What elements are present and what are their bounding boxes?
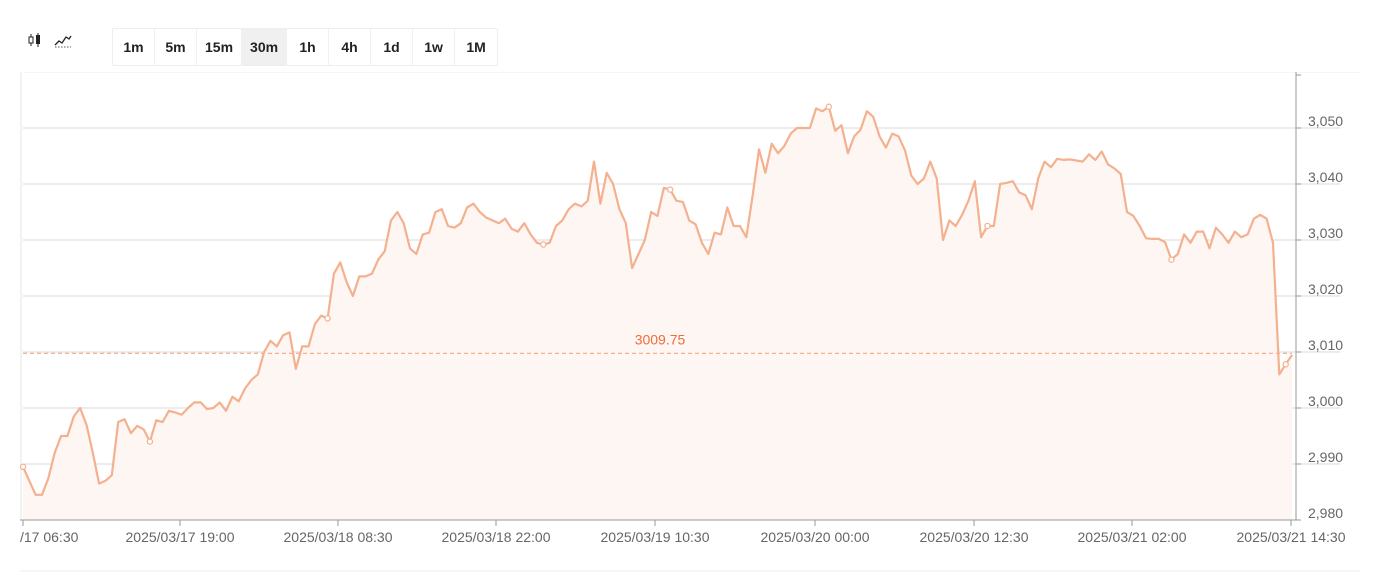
x-tick-label: 2025/03/18 08:30	[284, 529, 393, 545]
y-tick-label: 2,980	[1308, 505, 1343, 521]
data-marker	[1168, 256, 1175, 263]
x-tick-label: 2025/03/21 14:30	[1237, 529, 1346, 545]
y-tick-label: 3,010	[1308, 337, 1343, 353]
x-tick-label: 2025/03/20 12:30	[920, 529, 1029, 545]
y-tick-label: 3,050	[1308, 113, 1343, 129]
data-marker	[825, 103, 833, 110]
interval-button-15m[interactable]: 15m	[197, 29, 243, 65]
line-chart-icon[interactable]	[54, 32, 72, 48]
candlestick-icon[interactable]	[26, 32, 44, 48]
interval-button-5m[interactable]: 5m	[155, 29, 197, 65]
y-tick-label: 3,040	[1308, 169, 1343, 185]
interval-button-1w[interactable]: 1w	[413, 29, 456, 65]
data-marker	[540, 241, 547, 248]
x-axis: /17 06:30 2025/03/17 19:00 2025/03/18 08:3…	[20, 519, 1360, 572]
y-tick-label: 2,990	[1308, 449, 1343, 465]
interval-button-1M[interactable]: 1M	[455, 29, 497, 65]
y-tick-label: 3,000	[1308, 393, 1343, 409]
data-marker	[1282, 361, 1289, 368]
interval-button-1m[interactable]: 1m	[113, 29, 155, 65]
interval-button-1d[interactable]: 1d	[371, 29, 414, 65]
chart-type-switcher	[26, 32, 72, 48]
x-tick-label: 2025/03/20 00:00	[761, 529, 870, 545]
x-tick-label: 2025/03/18 22:00	[442, 529, 551, 545]
data-marker	[666, 186, 674, 193]
price-chart: 3009.75 2,980 2,990 3,000 3,010 3,020 3,030 3,…	[19, 71, 1360, 572]
interval-selector: 1m 5m 15m 30m 1h 4h 1d 1w 1M	[112, 28, 499, 66]
y-tick-label: 3,020	[1308, 281, 1343, 297]
data-marker	[324, 315, 331, 322]
price-chart-svg: 3009.75 2,980 2,990 3,000 3,010 3,020 3,030 3,…	[19, 71, 1360, 572]
interval-button-4h[interactable]: 4h	[329, 29, 372, 65]
price-area-fill	[23, 106, 1292, 520]
interval-button-30m[interactable]: 30m	[242, 29, 288, 65]
interval-button-1h[interactable]: 1h	[287, 29, 330, 65]
x-tick-label: 2025/03/21 02:00	[1078, 529, 1187, 545]
x-tick-label: /17 06:30	[20, 529, 79, 545]
data-marker	[984, 222, 991, 230]
data-marker	[146, 438, 154, 445]
reference-price-label: 3009.75	[635, 331, 686, 347]
x-tick-label: 2025/03/19 10:30	[601, 529, 710, 545]
y-tick-label: 3,030	[1308, 225, 1343, 241]
data-marker	[19, 463, 27, 470]
x-tick-label: 2025/03/17 19:00	[126, 529, 235, 545]
